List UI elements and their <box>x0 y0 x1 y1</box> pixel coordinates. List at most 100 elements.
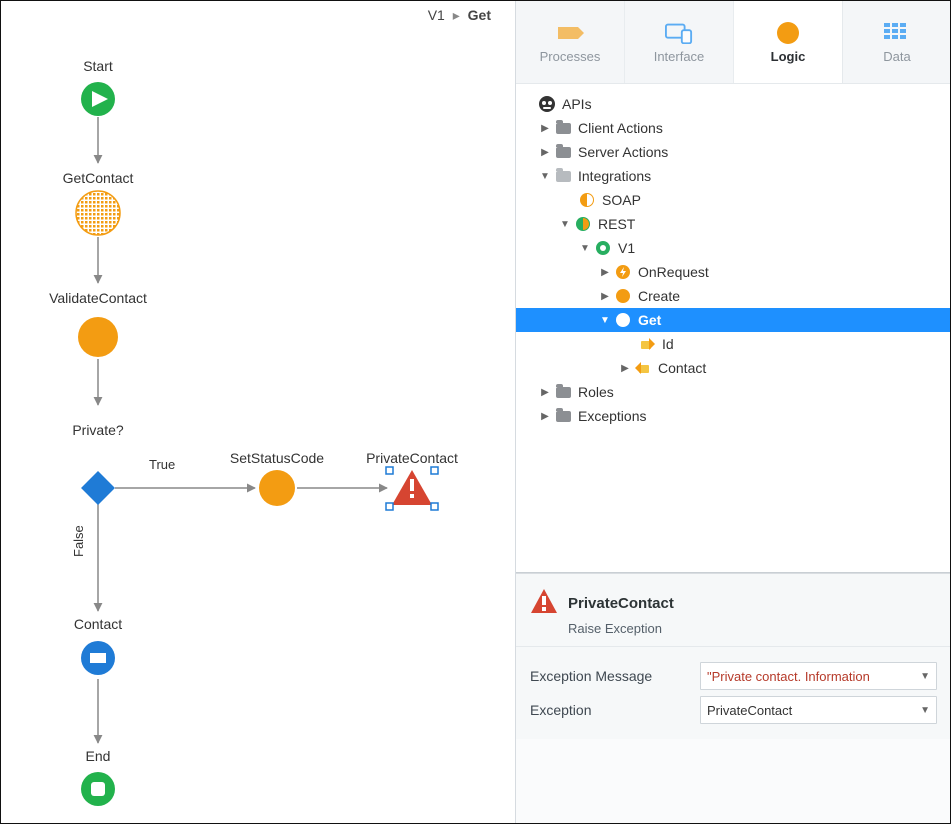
tab-label: Interface <box>654 49 705 64</box>
prop-label-exception-message: Exception Message <box>530 668 700 684</box>
folder-icon <box>554 143 572 161</box>
chevron-right-icon[interactable]: ▶ <box>538 387 552 398</box>
decision-node[interactable] <box>81 471 115 505</box>
node-label-setstatuscode: SetStatusCode <box>230 450 324 466</box>
tree-label: OnRequest <box>638 264 709 280</box>
prop-value-exception-message[interactable]: "Private contact. Information ▼ <box>700 662 937 690</box>
selection-handle[interactable] <box>431 503 438 510</box>
data-icon <box>883 21 911 45</box>
tree-label: Get <box>638 312 661 328</box>
exception-icon <box>530 588 558 619</box>
flow-canvas[interactable]: V1 ▸ Get True <box>1 1 515 823</box>
selection-handle[interactable] <box>386 467 393 474</box>
properties-title: PrivateContact <box>568 595 674 612</box>
tree-label: V1 <box>618 240 635 256</box>
action-icon <box>614 287 632 305</box>
node-label-private: Private? <box>72 422 124 438</box>
getcontact-node[interactable] <box>76 191 120 235</box>
edge-label-true: True <box>149 457 175 472</box>
tree-integrations[interactable]: ▼ Integrations <box>516 164 951 188</box>
tree-id[interactable]: ▶ Id <box>516 332 951 356</box>
tab-logic[interactable]: Logic <box>734 1 843 83</box>
tree-label: Exceptions <box>578 408 646 424</box>
logic-icon <box>774 21 802 45</box>
api-icon <box>594 239 612 257</box>
properties-header: PrivateContact Raise Exception <box>516 574 951 647</box>
prop-value-text: PrivateContact <box>707 703 792 718</box>
chevron-right-icon[interactable]: ▶ <box>538 123 552 134</box>
tree-client-actions[interactable]: ▶ Client Actions <box>516 116 951 140</box>
tree-label: REST <box>598 216 635 232</box>
chevron-down-icon[interactable]: ▼ <box>598 315 612 326</box>
node-label-start: Start <box>83 58 113 74</box>
bolt-icon <box>614 263 632 281</box>
node-label-getcontact: GetContact <box>63 170 134 186</box>
chevron-right-icon[interactable]: ▶ <box>598 267 612 278</box>
edge-label-false: False <box>71 525 86 557</box>
prop-value-exception[interactable]: PrivateContact ▼ <box>700 696 937 724</box>
dropdown-caret-icon[interactable]: ▼ <box>914 671 930 682</box>
tree-label: Client Actions <box>578 120 663 136</box>
prop-value-text: "Private contact. Information <box>707 669 870 684</box>
tab-data[interactable]: Data <box>843 1 951 83</box>
chevron-right-icon[interactable]: ▶ <box>538 147 552 158</box>
rest-icon <box>574 215 592 233</box>
tree-rest[interactable]: ▼ REST <box>516 212 951 236</box>
tree-v1[interactable]: ▼ V1 <box>516 236 951 260</box>
tab-label: Logic <box>771 49 806 64</box>
tree-label: Create <box>638 288 680 304</box>
dropdown-caret-icon[interactable]: ▼ <box>914 705 930 716</box>
tree-label: Contact <box>658 360 706 376</box>
tree-roles[interactable]: ▶ Roles <box>516 380 951 404</box>
tree-get[interactable]: ▼ Get <box>516 308 951 332</box>
selection-handle[interactable] <box>386 503 393 510</box>
tree-contact[interactable]: ▶ Contact <box>516 356 951 380</box>
tab-bar: Processes Interface Logic <box>516 1 951 84</box>
tree-label: Server Actions <box>578 144 668 160</box>
chevron-down-icon[interactable]: ▼ <box>538 171 552 182</box>
tree-panel[interactable]: ▶ APIs ▶ Client Actions ▶ Server Actions… <box>516 84 951 572</box>
right-panel: Processes Interface Logic <box>515 1 951 823</box>
tab-label: Data <box>883 49 910 64</box>
chevron-right-icon[interactable]: ▶ <box>538 411 552 422</box>
input-param-icon <box>638 335 656 353</box>
tab-processes[interactable]: Processes <box>516 1 625 83</box>
tree-soap[interactable]: ▶ SOAP <box>516 188 951 212</box>
tree-label: Roles <box>578 384 614 400</box>
node-label-privatecontact: PrivateContact <box>366 450 458 466</box>
setstatuscode-node[interactable] <box>259 470 295 506</box>
tab-interface[interactable]: Interface <box>625 1 734 83</box>
tree-server-actions[interactable]: ▶ Server Actions <box>516 140 951 164</box>
processes-icon <box>556 21 584 45</box>
prop-label-exception: Exception <box>530 702 700 718</box>
selection-handle[interactable] <box>431 467 438 474</box>
folder-icon <box>554 119 572 137</box>
output-param-icon <box>634 359 652 377</box>
tree-label: Integrations <box>578 168 651 184</box>
action-icon <box>614 311 632 329</box>
tree-root-apis[interactable]: ▶ APIs <box>516 92 951 116</box>
soap-icon <box>578 191 596 209</box>
chevron-down-icon[interactable]: ▼ <box>578 243 592 254</box>
tree-label: Id <box>662 336 674 352</box>
properties-subtitle: Raise Exception <box>568 621 937 636</box>
properties-body: Exception Message "Private contact. Info… <box>516 647 951 739</box>
chevron-right-icon[interactable]: ▶ <box>618 363 632 374</box>
tree-create[interactable]: ▶ Create <box>516 284 951 308</box>
validatecontact-node[interactable] <box>78 317 118 357</box>
interface-icon <box>665 21 693 45</box>
tree-label: SOAP <box>602 192 641 208</box>
node-label-validatecontact: ValidateContact <box>49 290 147 306</box>
stop-icon <box>91 782 105 796</box>
node-label-end: End <box>86 748 111 764</box>
node-label-contact: Contact <box>74 616 122 632</box>
folder-open-icon <box>554 167 572 185</box>
folder-icon <box>554 383 572 401</box>
tab-label: Processes <box>540 49 601 64</box>
chevron-down-icon[interactable]: ▼ <box>558 219 572 230</box>
chevron-right-icon[interactable]: ▶ <box>598 291 612 302</box>
tree-exceptions[interactable]: ▶ Exceptions <box>516 404 951 428</box>
tree-label: APIs <box>562 96 592 112</box>
apis-icon <box>538 95 556 113</box>
tree-onrequest[interactable]: ▶ OnRequest <box>516 260 951 284</box>
